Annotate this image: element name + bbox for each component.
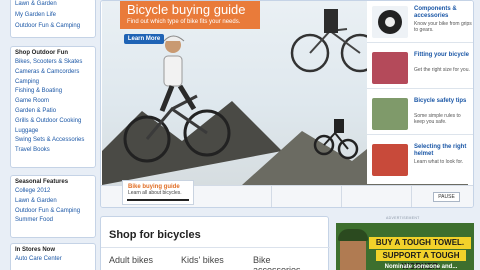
seasonal-features-box: Seasonal Features College 2012 Lawn & Ga… [10, 175, 96, 238]
advertisement[interactable]: ADVERTISEMENT BUY A TOUGH TOWEL. SUPPORT… [336, 216, 474, 270]
sidebar-top-links: Lawn & Garden My Garden Life Outdoor Fun… [10, 0, 96, 38]
sidebar-link-luggage[interactable]: Luggage [11, 127, 95, 137]
sidebar-link-camping[interactable]: Camping [11, 78, 95, 88]
learn-more-button[interactable]: Learn More [124, 34, 164, 44]
ad-label: ADVERTISEMENT [386, 216, 420, 220]
sidebar-link-lawn-garden[interactable]: Lawn & Garden [11, 0, 95, 10]
ad-line3: Nominate someone and... [384, 264, 458, 270]
ad-line2: SUPPORT A TOUGH WORKER. [376, 250, 466, 270]
sidebar-link-auto-care[interactable]: Auto Care Center [11, 255, 95, 265]
bike-guide-carousel: Bicycle buying guide Find out which type… [100, 0, 474, 208]
tab-progress-bar [127, 199, 189, 201]
sidebar-link-cameras[interactable]: Cameras & Camcorders [11, 68, 95, 78]
ad-banner: BUY A TOUGH TOWEL. SUPPORT A TOUGH WORKE… [336, 223, 474, 270]
ad-line1: BUY A TOUGH TOWEL. [369, 237, 471, 249]
category-kids-bikes[interactable]: Kids' bikes [181, 255, 224, 265]
sidebar-link-garden-patio[interactable]: Garden & Patio [11, 107, 95, 117]
helmet-icon [372, 144, 408, 176]
shop-bicycles-box: Shop for bicycles Adult bikes Kids' bike… [100, 216, 330, 270]
tab-sublabel: Learn all about bicycles. [128, 190, 182, 196]
panel-item-fitting[interactable]: Fitting your bicycle Get the right size … [367, 47, 473, 89]
carousel-tabs: Bike buying guide Learn all about bicycl… [101, 180, 473, 207]
safety-icon [372, 98, 408, 130]
sidebar-link-seasonal-outdoor[interactable]: Outdoor Fun & Camping [11, 207, 95, 217]
panel-item-title: Selecting the right helmet [414, 144, 467, 157]
guide-title-banner: Bicycle buying guide Find out which type… [120, 1, 260, 29]
panel-item-desc: Some simple rules to keep you safe. [414, 113, 461, 125]
bike-accessories-icon [372, 6, 408, 38]
tab-bike-buying-guide[interactable]: Bike buying guide Learn all about bicycl… [122, 180, 194, 205]
shop-heading: Shop for bicycles [109, 229, 201, 241]
panel-item-title: Components & accessories [414, 6, 457, 19]
panel-item-title: Bicycle safety tips [414, 98, 467, 104]
sidebar-link-summer-food[interactable]: Summer Food [11, 216, 95, 226]
sidebar-link-outdoor-fun[interactable]: Outdoor Fun & Camping [11, 21, 95, 32]
tab-divider [341, 186, 342, 207]
hardhat-image [338, 229, 368, 241]
divider [101, 247, 330, 248]
hero-title: Bicycle buying guide [127, 2, 246, 17]
sidebar-link-seasonal-lawn[interactable]: Lawn & Garden [11, 197, 95, 207]
in-stores-heading: In Stores Now [15, 247, 56, 253]
sidebar-link-college[interactable]: College 2012 [11, 187, 95, 197]
tab-divider [411, 186, 412, 207]
panel-item-helmet[interactable]: Selecting the right helmet Learn what to… [367, 139, 473, 181]
panel-item-desc: Learn what to look for. [414, 159, 464, 165]
tab-divider [271, 186, 272, 207]
sidebar-link-travel-books[interactable]: Travel Books [11, 146, 95, 156]
panel-item-desc: Get the right size for you. [414, 67, 470, 73]
panel-item-safety[interactable]: Bicycle safety tips Some simple rules to… [367, 93, 473, 135]
sidebar-link-swing-sets[interactable]: Swing Sets & Accessories [11, 136, 95, 146]
hero-subtitle: Find out which type of bike fits your ne… [127, 19, 241, 25]
bike-fit-icon [372, 52, 408, 84]
sidebar-link-grills[interactable]: Grills & Outdoor Cooking [11, 117, 95, 127]
shop-outdoor-fun-box: Shop Outdoor Fun Bikes, Scooters & Skate… [10, 46, 96, 168]
panel-item-title: Fitting your bicycle [414, 52, 470, 58]
in-stores-now-box: In Stores Now Auto Care Center [10, 243, 96, 270]
sidebar-link-game-room[interactable]: Game Room [11, 97, 95, 107]
sidebar-link-bikes[interactable]: Bikes, Scooters & Skates [11, 58, 95, 68]
category-bike-accessories[interactable]: Bike accessories [253, 255, 313, 270]
guide-side-panel: Components & accessories Know your bike … [367, 1, 473, 184]
pause-button[interactable]: PAUSE [433, 192, 460, 202]
sidebar-link-fishing[interactable]: Fishing & Boating [11, 87, 95, 97]
seasonal-heading: Seasonal Features [15, 179, 69, 185]
panel-item-components[interactable]: Components & accessories Know your bike … [367, 1, 473, 43]
panel-item-desc: Know your bike from grips to gears. [414, 21, 472, 33]
category-adult-bikes[interactable]: Adult bikes [109, 255, 153, 265]
shop-outdoor-heading: Shop Outdoor Fun [15, 50, 68, 56]
sidebar-link-my-garden-life[interactable]: My Garden Life [11, 10, 95, 21]
